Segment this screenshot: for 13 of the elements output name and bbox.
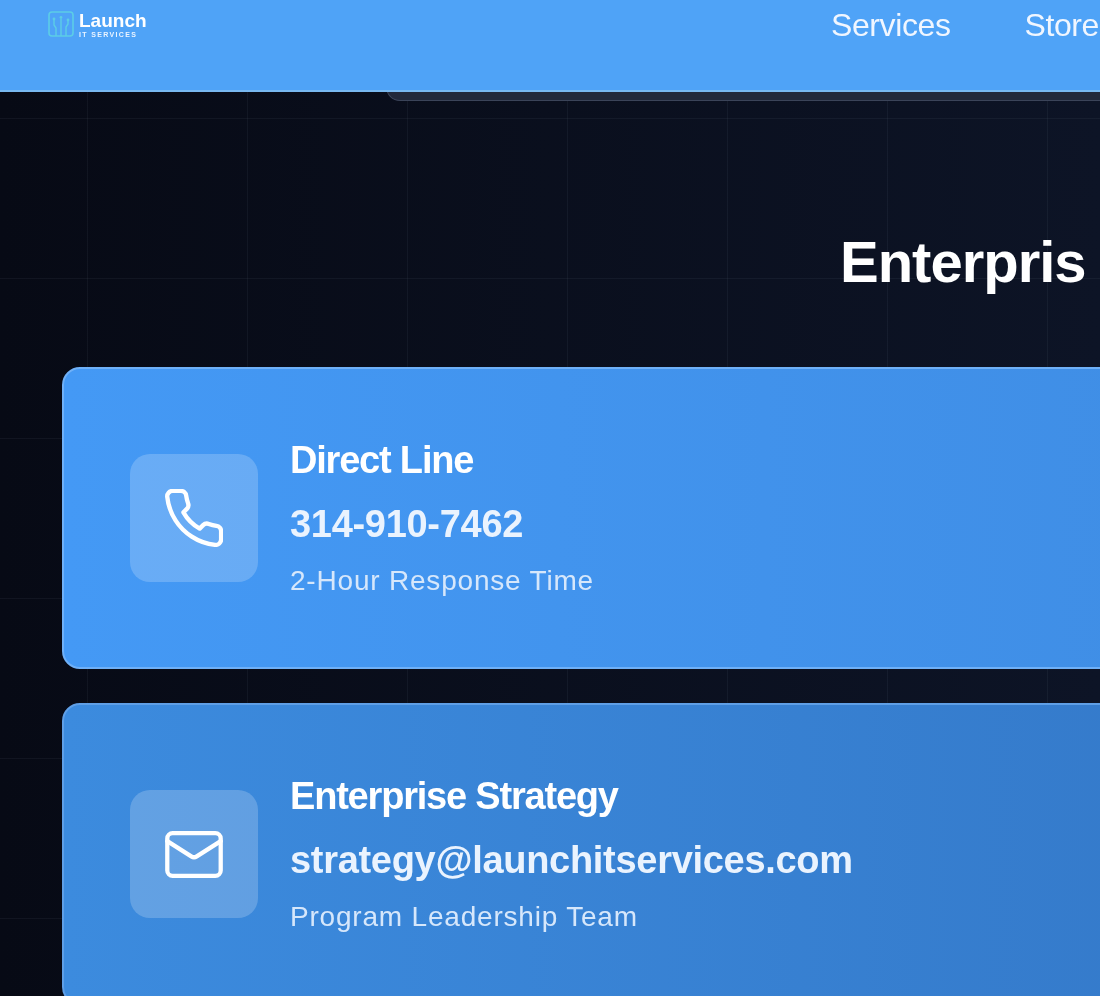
- logo-icon[interactable]: [48, 11, 74, 37]
- card-note: 2-Hour Response Time: [290, 563, 594, 598]
- envelope-icon: [165, 830, 223, 878]
- brand-name[interactable]: Launch: [79, 11, 147, 31]
- nav-link[interactable]: Services: [831, 6, 951, 44]
- email-link[interactable]: strategy@launchitservices.com: [290, 838, 853, 881]
- phone-number-link[interactable]: 314-910-7462: [290, 502, 524, 545]
- section-heading: Enterpris: [840, 228, 1086, 295]
- card-title: Enterprise Strategy: [290, 774, 618, 817]
- phone-icon: [165, 489, 223, 547]
- card-title: Direct Line: [290, 438, 474, 481]
- nav-link[interactable]: Store: [1024, 6, 1099, 44]
- card-note: Program Leadership Team: [290, 899, 638, 934]
